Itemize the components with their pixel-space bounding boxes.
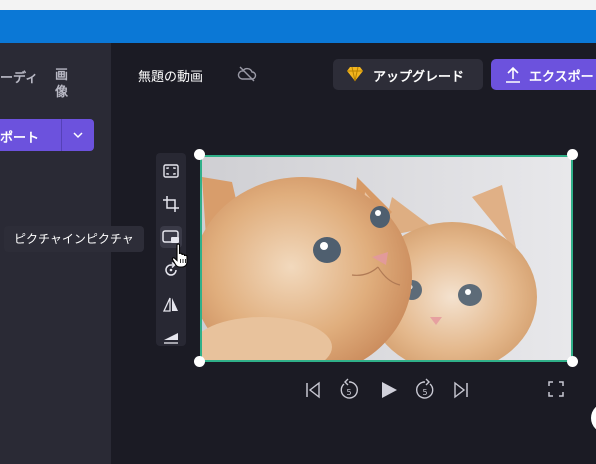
fade-icon[interactable] — [160, 325, 182, 347]
cloud-off-icon — [237, 65, 257, 87]
forward-5-icon[interactable]: 5 — [414, 378, 436, 402]
project-title[interactable]: 無題の動画 — [138, 66, 203, 85]
resize-handle-top-right[interactable] — [567, 149, 578, 160]
import-button-divider — [61, 119, 62, 151]
resize-handle-bottom-right[interactable] — [567, 356, 578, 367]
hand-pointer-icon — [170, 243, 192, 273]
upgrade-button-label: アップグレード — [373, 70, 465, 85]
diamond-icon — [346, 66, 364, 86]
sidebar-image-label[interactable]: 画像 — [55, 67, 69, 101]
chevron-down-icon[interactable] — [71, 127, 85, 146]
import-button-label: ポート — [0, 131, 40, 146]
upload-icon — [505, 66, 521, 88]
rewind-5-icon[interactable]: 5 — [338, 378, 360, 402]
flip-icon[interactable] — [160, 294, 182, 316]
crop-icon[interactable] — [160, 193, 182, 215]
fit-icon[interactable] — [160, 160, 182, 182]
forward-seconds-label: 5 — [422, 388, 427, 397]
resize-handle-top-left[interactable] — [194, 149, 205, 160]
fullscreen-icon[interactable] — [548, 381, 564, 397]
left-panel: ーディ 画像 ポート — [0, 43, 111, 464]
skip-to-end-icon[interactable] — [452, 380, 470, 400]
video-preview[interactable] — [200, 155, 573, 362]
rewind-seconds-label: 5 — [346, 388, 351, 397]
browser-blue-bar — [0, 10, 596, 43]
export-button-label: エクスポー — [529, 70, 594, 85]
play-icon[interactable] — [379, 380, 399, 400]
import-button[interactable]: ポート — [0, 119, 94, 151]
sidebar-audio-label[interactable]: ーディ — [0, 67, 38, 86]
resize-handle-bottom-left[interactable] — [194, 356, 205, 367]
tooltip-picture-in-picture: ピクチャインピクチャ — [4, 226, 144, 252]
upgrade-button[interactable]: アップグレード — [333, 59, 483, 90]
kittens-video-frame — [202, 157, 571, 360]
skip-to-start-icon[interactable] — [304, 380, 322, 400]
export-button[interactable]: エクスポー — [491, 59, 596, 90]
window-top-strip — [0, 0, 596, 10]
